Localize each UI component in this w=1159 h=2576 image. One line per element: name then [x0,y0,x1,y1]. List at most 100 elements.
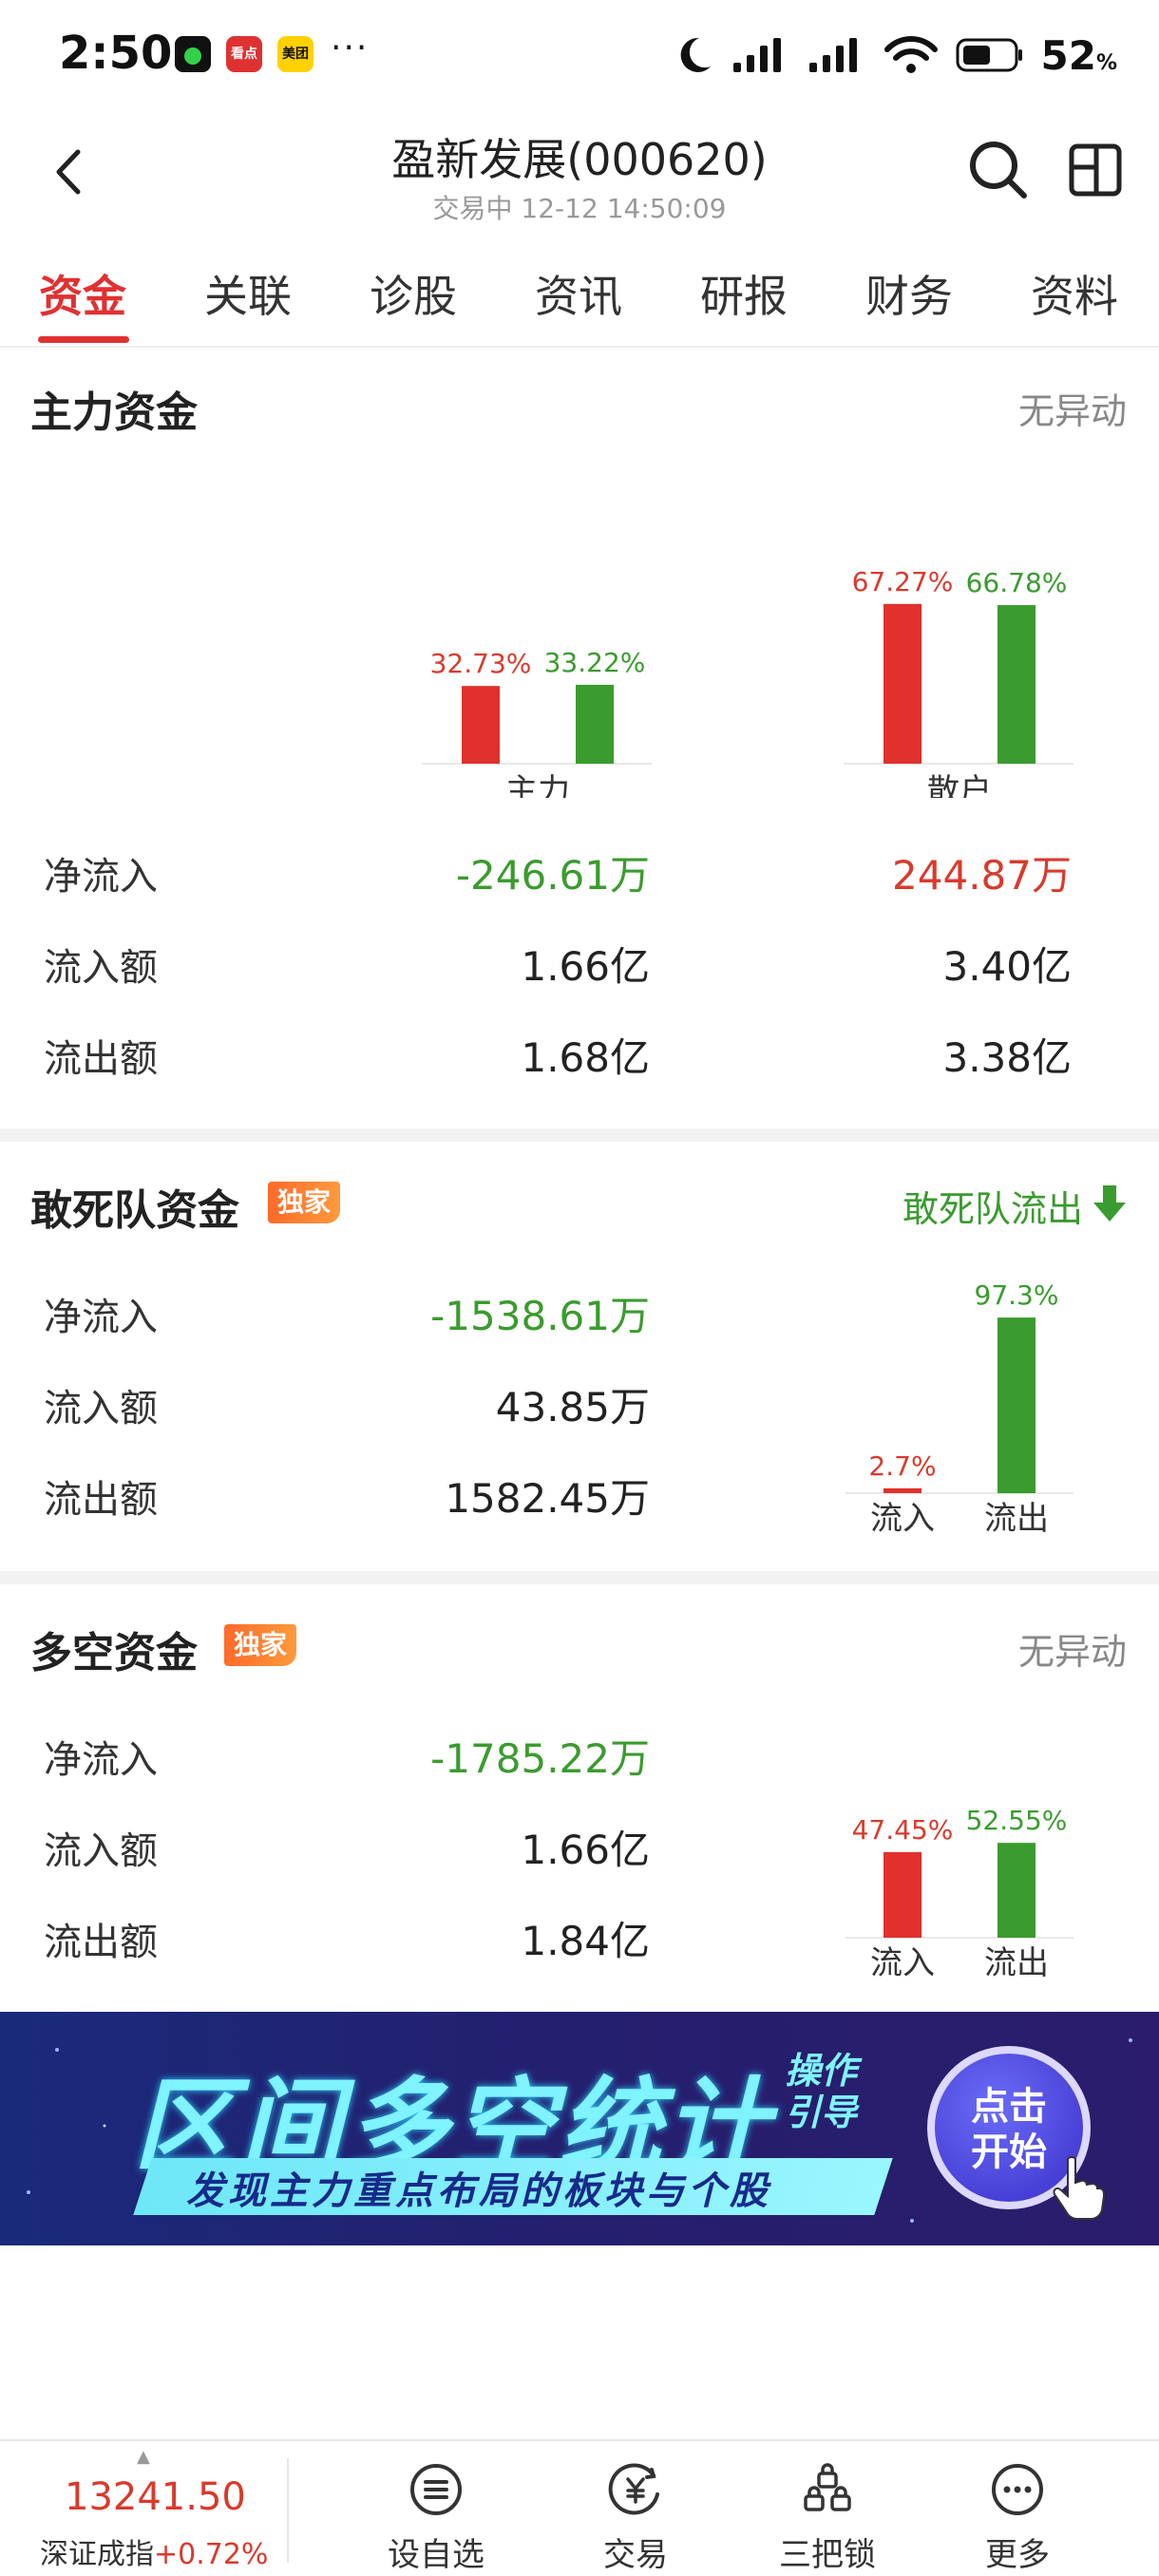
bar-ls-out [998,1843,1036,1938]
longshort-funds-title: 多空资金 [30,1629,198,1677]
dare-funds-status[interactable]: 敢死队流出 [902,1180,1083,1232]
three-locks-label: 三把锁 [779,2536,876,2574]
status-time: 2:50 [59,27,173,80]
tab-finance[interactable]: 财务 [847,262,971,325]
dare-funds-chart: 2.7% 97.3% 流入 流出 [846,1279,1074,1538]
battery-percent: 52% [1040,31,1118,79]
category-dare-in: 流入 [870,1500,935,1538]
dare-in-value: 43.85万 [495,1384,650,1430]
label-dare-out: 97.3% [975,1279,1059,1311]
main-row-label-net: 净流入 [44,855,158,899]
bar-main-in [462,686,500,764]
ls-row-label-net: 净流入 [44,1738,158,1782]
bar-retail-in [884,603,922,764]
switch-view-button[interactable] [1064,139,1127,201]
ls-row-label-in: 流入额 [44,1829,158,1873]
search-icon [970,142,1027,199]
bar-retail-out [998,605,1036,764]
index-name[interactable]: 深证成指+0.72% [40,2530,268,2572]
retail-out-value: 3.38亿 [942,1034,1072,1081]
main-in-value: 1.66亿 [521,943,650,990]
tab-related[interactable]: 关联 [186,262,310,325]
more-label: 更多 [985,2536,1050,2574]
trade-button[interactable]: 交易 [564,2462,707,2575]
bar-dare-in [884,1487,922,1493]
kandian-app-icon: 看点 [226,36,262,72]
main-net-value: -246.61万 [455,852,650,899]
arrow-down-icon [1093,1185,1126,1222]
category-ls-in: 流入 [870,1944,935,1982]
main-out-value: 1.68亿 [521,1034,650,1081]
more-button[interactable]: 更多 [946,2462,1089,2575]
category-main: 主力 [505,772,570,798]
signal-icon [732,38,781,72]
dare-funds-title: 敢死队资金 [30,1186,239,1235]
longshort-funds-chart: 47.45% 52.55% 流入 流出 [846,1805,1074,1982]
stock-header: 盈新发展(000620) 交易中 12-12 14:50:09 [0,112,1159,236]
dare-row-label-net: 净流入 [44,1296,158,1339]
category-ls-out: 流出 [984,1944,1049,1982]
ls-row-label-out: 流出额 [44,1921,158,1964]
switch-panel-icon [1069,143,1122,197]
ls-in-value: 1.66亿 [521,1827,650,1873]
banner-tag: 操作 引导 [785,2050,858,2133]
label-main-out: 33.22% [544,647,646,678]
dare-row-label-in: 流入额 [44,1387,158,1430]
battery-icon [956,38,1022,72]
label-ls-in: 47.45% [852,1814,954,1846]
retail-in-value: 3.40亿 [942,943,1072,990]
exclusive-badge-2: 独家 [224,1624,297,1666]
list-circle-icon [410,2464,462,2515]
index-value[interactable]: 13241.50 [65,2475,246,2519]
exclusive-badge: 独家 [268,1182,341,1223]
dare-net-value: -1538.61万 [430,1293,650,1339]
more-notifications-icon: ··· [331,28,370,67]
category-dare-out: 流出 [984,1500,1049,1538]
app-notification-icon [175,36,211,72]
dare-out-value: 1582.45万 [445,1475,650,1522]
label-retail-in: 67.27% [852,566,954,597]
label-ls-out: 52.55% [966,1805,1068,1836]
tab-research[interactable]: 研报 [682,262,806,325]
add-watchlist-label: 设自选 [388,2536,484,2574]
tab-funds[interactable]: 资金 [21,262,144,325]
tab-news[interactable]: 资讯 [517,262,640,325]
bar-dare-out [998,1317,1036,1493]
tab-profile[interactable]: 资料 [1013,262,1136,325]
locks-icon [804,2463,851,2511]
trade-label: 交易 [603,2536,668,2574]
label-main-in: 32.73% [430,648,532,679]
dare-row-label-out: 流出额 [44,1478,158,1522]
main-funds-chart: 32.73% 33.22% 67.27% 66.78% 主力 散户 [422,566,1074,798]
ls-out-value: 1.84亿 [521,1918,650,1964]
signal-icon-2 [808,38,857,72]
section-divider-2 [0,1571,1159,1584]
more-dots-icon [992,2464,1043,2515]
yuan-circle-icon [608,2463,659,2515]
tab-diagnosis[interactable]: 诊股 [352,262,475,325]
longshort-funds-status: 无异动 [1017,1631,1127,1673]
add-watchlist-button[interactable]: 设自选 [365,2462,507,2575]
category-retail: 散户 [927,772,992,798]
caret-up-icon[interactable]: ▲ [137,2447,150,2467]
search-button[interactable] [965,137,1032,203]
ls-net-value: -1785.22万 [430,1735,650,1782]
wifi-icon [884,36,938,73]
main-row-label-out: 流出额 [44,1037,158,1081]
bottom-separator [287,2458,289,2563]
active-tab-indicator [38,336,129,343]
section-divider [0,1128,1159,1142]
pointer-hand-icon [1053,2156,1106,2220]
promo-banner[interactable]: 区间多空统计 操作 引导 发现主力重点布局的板块与个股 点击 开始 [0,2012,1159,2245]
label-retail-out: 66.78% [966,567,1068,598]
meituan-app-icon: 美团 [277,36,314,72]
status-bar: 2:50 看点 美团 ··· 52% [0,0,1159,112]
three-locks-button[interactable]: 三把锁 [756,2462,899,2575]
banner-subtitle: 发现主力重点布局的板块与个股 [186,2169,771,2213]
bar-ls-in [884,1851,922,1938]
bar-main-out [576,684,614,764]
retail-net-value: 244.87万 [892,852,1072,899]
status-indicators: 52% [676,30,1118,80]
label-dare-in: 2.7% [868,1450,936,1482]
tab-bar: 资金 关联 诊股 资讯 研报 财务 资料 [0,249,1159,348]
